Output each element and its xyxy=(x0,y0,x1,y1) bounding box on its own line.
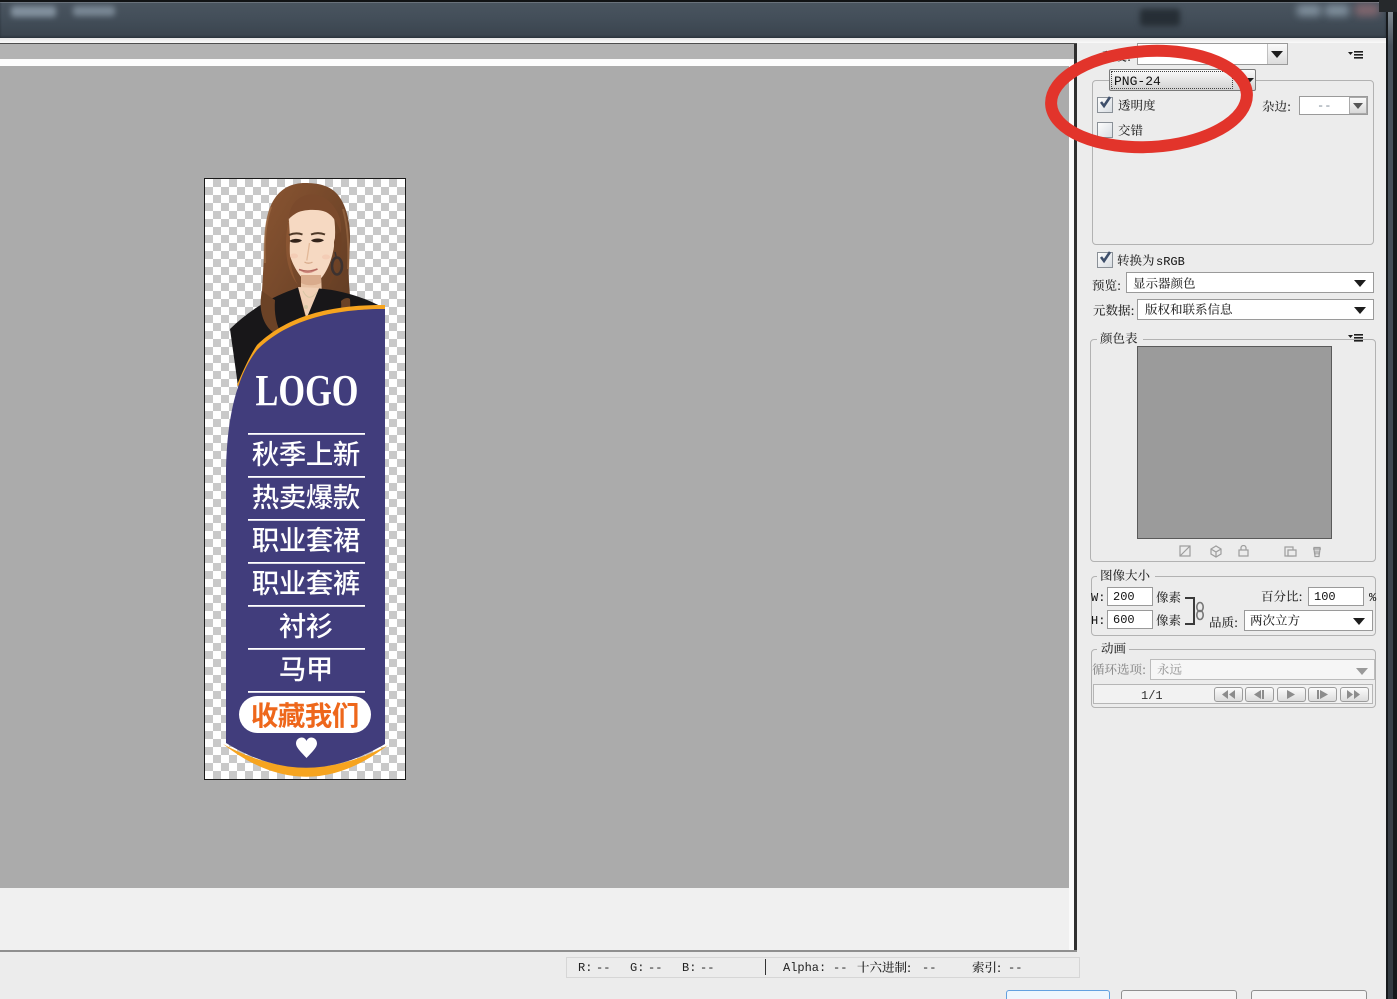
svg-text:LOGO: LOGO xyxy=(256,366,359,415)
